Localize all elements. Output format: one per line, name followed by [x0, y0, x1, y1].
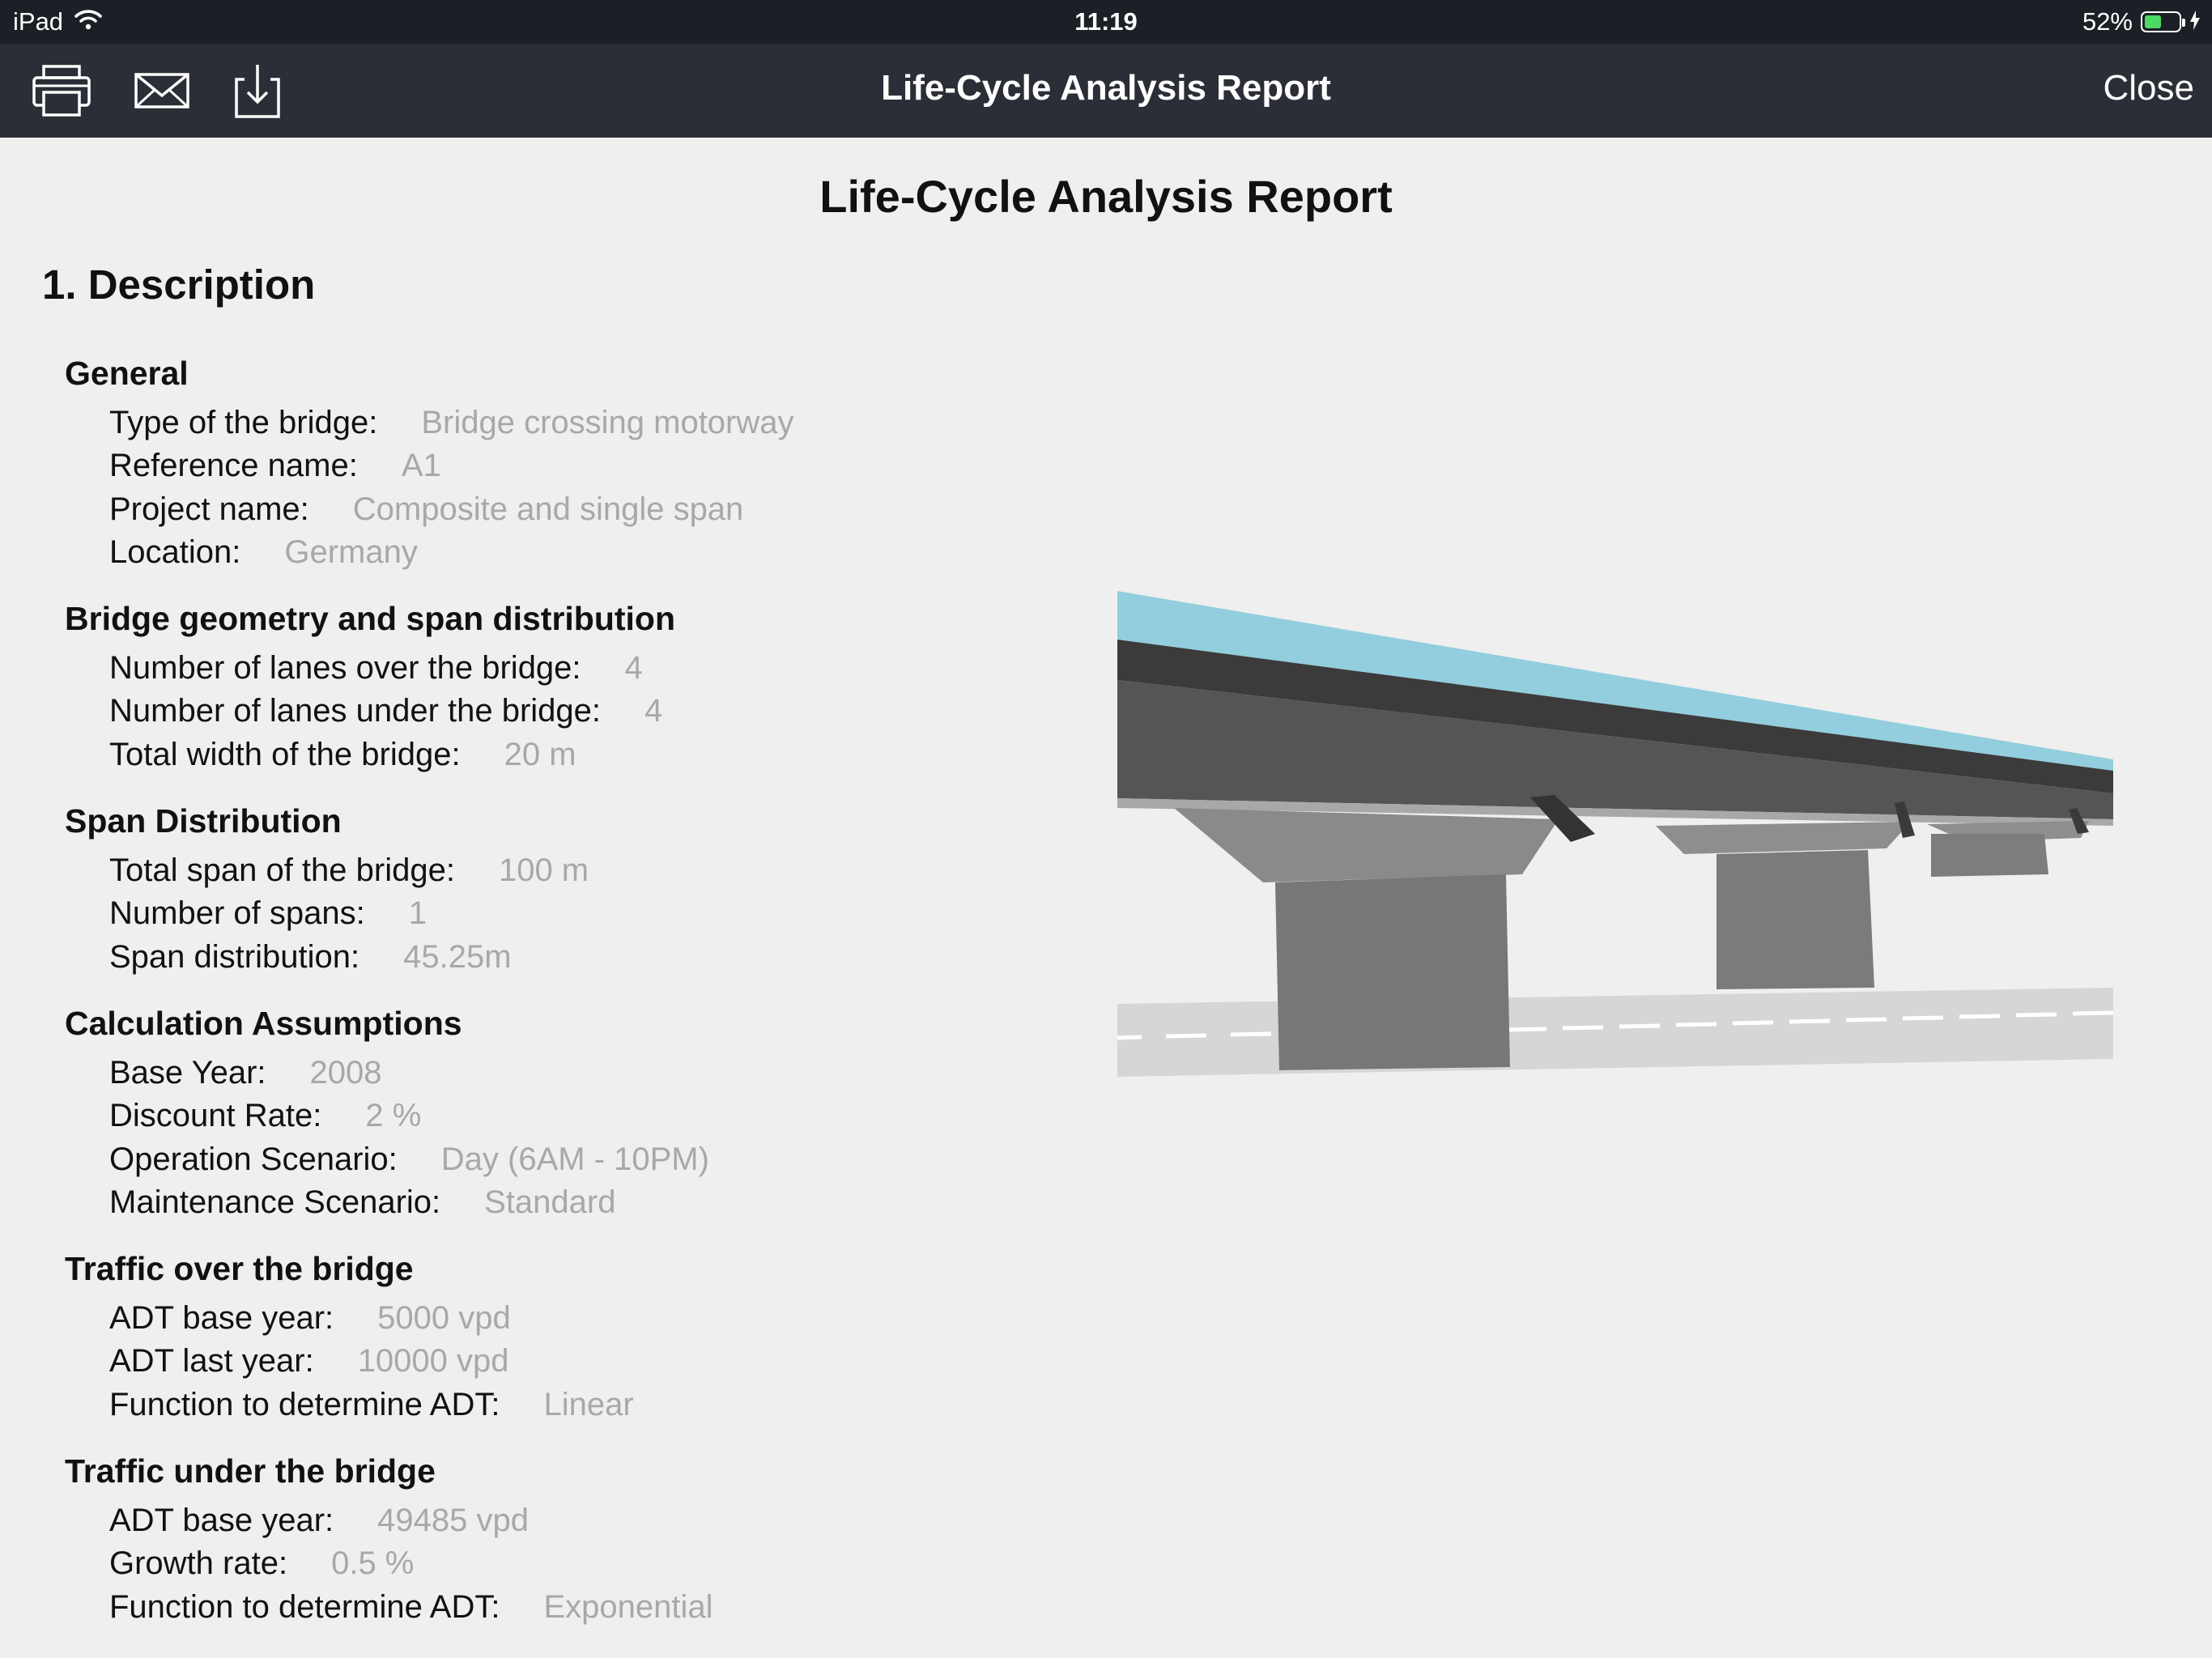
field-value: Germany	[284, 534, 418, 570]
field-value: 4	[624, 650, 643, 687]
field-label: Location:	[109, 534, 241, 570]
field-value: Bridge crossing motorway	[421, 405, 794, 440]
field-value: 2008	[309, 1054, 382, 1090]
field-label: Operation Scenario:	[109, 1141, 398, 1177]
pier-cap-middle	[1656, 822, 1911, 854]
field-row: Type of the bridge: Bridge crossing motor…	[109, 402, 1020, 444]
field-label: Total span of the bridge:	[109, 852, 455, 889]
field-value: Composite and single span	[352, 491, 744, 527]
pier-far	[1931, 834, 2048, 877]
field-row: Growth rate: 0.5 %	[109, 1542, 1020, 1585]
field-label: Function to determine ADT:	[109, 1588, 500, 1625]
field-label: Span distribution:	[109, 938, 360, 975]
nav-title: Life-Cycle Analysis Report	[881, 68, 1331, 108]
field-row: Function to determine ADT: Exponential	[109, 1586, 1020, 1629]
field-label: Type of the bridge:	[109, 405, 378, 440]
field-row: Total width of the bridge: 20 m	[109, 733, 1020, 776]
field-row: Number of lanes under the bridge: 4	[109, 690, 1020, 733]
status-time: 11:19	[1074, 7, 1138, 36]
pier-cap-near	[1174, 808, 1559, 882]
field-label: Base Year:	[109, 1054, 266, 1090]
pier-middle	[1716, 850, 1874, 989]
field-label: Growth rate:	[109, 1545, 288, 1582]
field-row: Discount Rate: 2 %	[109, 1095, 1020, 1137]
pier-near	[1275, 874, 1510, 1070]
field-label: Number of spans:	[109, 895, 365, 932]
bridge-illustration	[1117, 591, 2114, 1077]
field-label: ADT base year:	[109, 1300, 334, 1337]
status-bar: iPad 11:19 52%	[0, 0, 2212, 44]
field-row: ADT last year: 10000 vpd	[109, 1340, 1020, 1383]
subsection-title: Calculation Assumptions	[65, 1004, 462, 1042]
field-value: 0.5 %	[331, 1545, 415, 1582]
field-value: 5000 vpd	[377, 1300, 511, 1337]
field-row: ADT base year: 5000 vpd	[109, 1297, 1020, 1340]
subsection-title: Span Distribution	[65, 802, 342, 840]
report-title: Life-Cycle Analysis Report	[819, 171, 1393, 222]
field-row: Reference name: A1	[109, 444, 1020, 487]
field-row: Operation Scenario: Day (6AM - 10PM)	[109, 1138, 1020, 1181]
report-subsection: Bridge geometry and span distribution Num…	[65, 595, 1020, 776]
field-value: 100 m	[498, 852, 589, 889]
field-label: Reference name:	[109, 448, 358, 484]
battery-level	[2145, 15, 2161, 28]
report-subsection: Traffic under the bridge ADT base year: 49…	[65, 1448, 1020, 1629]
report-subsection: Traffic over the bridge ADT base year: 500…	[65, 1245, 1020, 1426]
field-label: Number of lanes over the bridge:	[109, 650, 581, 687]
field-value: Day (6AM - 10PM)	[440, 1141, 709, 1177]
field-value: Standard	[484, 1184, 616, 1220]
status-right: 52%	[2082, 7, 2201, 36]
report-subsection: General Type of the bridge: Bridge crossin…	[65, 350, 1020, 574]
field-row: Total span of the bridge: 100 m	[109, 849, 1020, 892]
field-value: Linear	[543, 1386, 634, 1422]
field-value: 45.25m	[403, 938, 512, 975]
report-subsection: Calculation Assumptions Base Year: 2008 Dis…	[65, 1000, 1020, 1224]
field-row: Maintenance Scenario: Standard	[109, 1181, 1020, 1224]
field-value: 2 %	[365, 1098, 422, 1134]
field-value: 4	[644, 693, 663, 729]
field-label: Maintenance Scenario:	[109, 1184, 441, 1220]
field-row: Project name: Composite and single span	[109, 488, 1020, 531]
report-details: General Type of the bridge: Bridge crossin…	[65, 350, 1020, 1650]
field-label: ADT base year:	[109, 1503, 334, 1539]
field-label: ADT last year:	[109, 1343, 314, 1380]
field-value: Exponential	[543, 1588, 713, 1625]
field-row: Function to determine ADT: Linear	[109, 1384, 1020, 1426]
subsection-title: Traffic over the bridge	[65, 1250, 414, 1288]
field-value: A1	[401, 448, 441, 484]
field-label: Total width of the bridge:	[109, 736, 461, 772]
field-row: Span distribution: 45.25m	[109, 936, 1020, 979]
nav-bar: Life-Cycle Analysis Report Close	[0, 44, 2212, 138]
field-label: Function to determine ADT:	[109, 1386, 500, 1422]
field-value: 1	[408, 895, 427, 932]
section-heading: 1. Description	[42, 261, 316, 308]
field-label: Project name:	[109, 491, 309, 527]
field-row: Base Year: 2008	[109, 1052, 1020, 1095]
subsection-title: General	[65, 355, 189, 392]
field-row: ADT base year: 49485 vpd	[109, 1499, 1020, 1542]
field-row: Location: Germany	[109, 531, 1020, 574]
close-button[interactable]: Close	[2104, 68, 2195, 108]
field-value: 10000 vpd	[357, 1343, 509, 1380]
battery-icon	[2141, 11, 2185, 32]
battery-tip	[2182, 19, 2185, 27]
field-value: 20 m	[504, 736, 576, 772]
subsection-title: Traffic under the bridge	[65, 1452, 436, 1490]
field-row: Number of lanes over the bridge: 4	[109, 647, 1020, 690]
field-row: Number of spans: 1	[109, 892, 1020, 935]
subsection-title: Bridge geometry and span distribution	[65, 600, 676, 638]
report-subsection: Span Distribution Total span of the bridg…	[65, 797, 1020, 979]
field-label: Discount Rate:	[109, 1098, 322, 1134]
charging-icon	[2189, 7, 2201, 36]
field-value: 49485 vpd	[377, 1503, 530, 1539]
field-label: Number of lanes under the bridge:	[109, 693, 602, 729]
battery-percent: 52%	[2082, 7, 2133, 36]
